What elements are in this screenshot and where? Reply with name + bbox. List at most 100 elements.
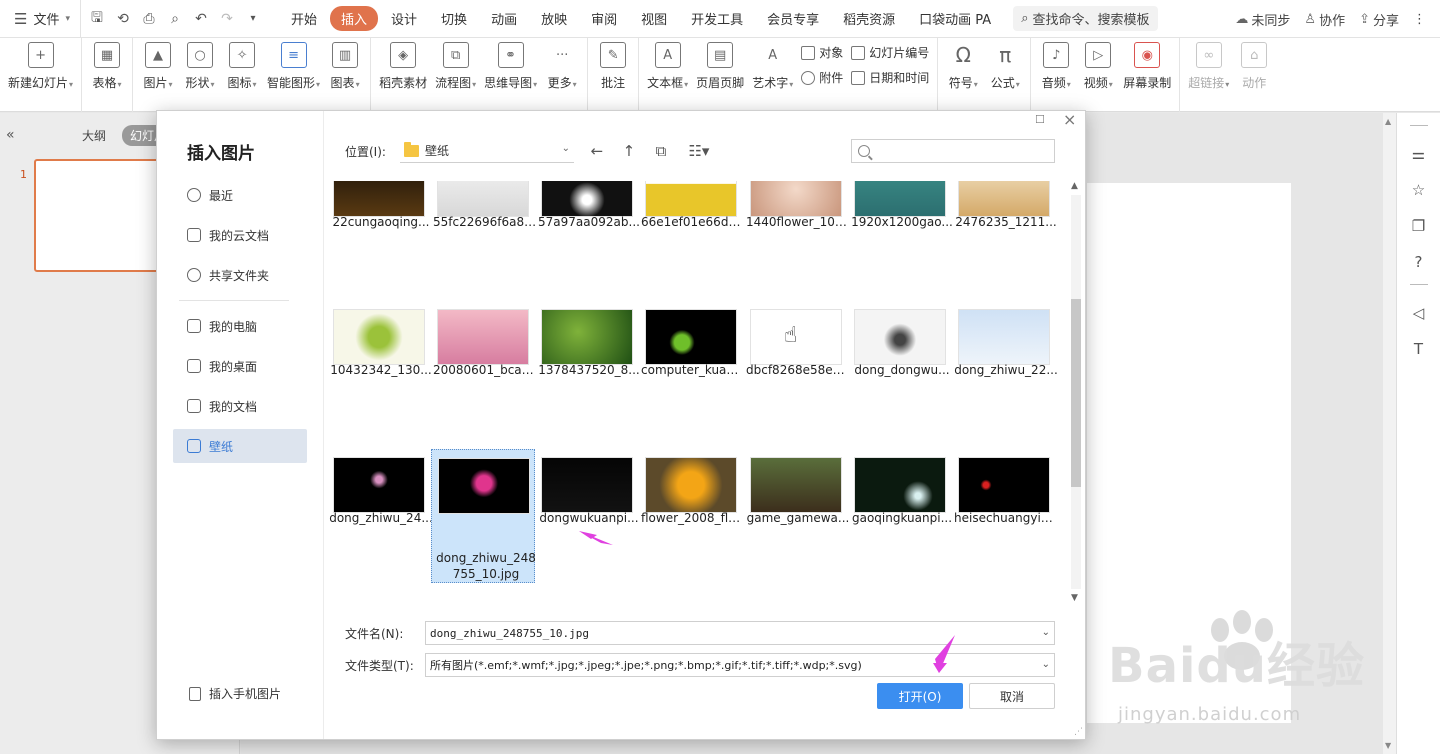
nav-my-documents[interactable]: 我的文档 <box>173 389 307 423</box>
tab-home[interactable]: 开始 <box>280 6 328 31</box>
mindmap-button[interactable]: ⚭ 思维导图▾ <box>484 38 537 91</box>
scroll-up-icon[interactable]: ▲ <box>1385 117 1391 126</box>
formula-button[interactable]: π 公式▾ <box>988 38 1022 91</box>
flowchart-button[interactable]: ⧉ 流程图▾ <box>435 38 476 91</box>
file-name: 1440flower_100... <box>746 215 850 229</box>
scroll-thumb[interactable] <box>1071 299 1081 487</box>
header-footer-button[interactable]: ▤ 页眉页脚 <box>696 38 744 91</box>
nav-my-computer[interactable]: 我的电脑 <box>173 309 307 343</box>
picture-button[interactable]: ▲ 图片▾ <box>141 38 175 91</box>
tab-transition[interactable]: 切换 <box>430 6 478 31</box>
format-painter-icon[interactable]: ⟲ <box>115 11 131 27</box>
share-icon: ⇪ <box>1359 11 1370 27</box>
text-icon[interactable]: T <box>1411 341 1427 357</box>
nav-cloud-docs[interactable]: 我的云文档 <box>173 218 307 252</box>
attachment-button[interactable]: 附件 <box>801 69 843 86</box>
user-icon: ♙ <box>1304 11 1317 27</box>
symbol-button[interactable]: Ω 符号▾ <box>946 38 980 91</box>
sync-status[interactable]: ☁ 未同步 <box>1235 10 1290 29</box>
filename-input[interactable]: dong_zhiwu_248755_10.jpg ⌄ <box>425 621 1055 645</box>
menu-bar: ☰ 文件 ▾ 🖫 ⟲ ⎙ ⌕ ↶ ↷ ▾ 开始 插入 设计 切换 动画 放映 审… <box>0 0 1440 38</box>
tab-insert[interactable]: 插入 <box>330 6 379 31</box>
maximize-icon[interactable]: ☐ <box>1035 113 1045 126</box>
file-search-input[interactable] <box>851 139 1055 163</box>
table-button[interactable]: ▦ 表格▾ <box>90 38 124 91</box>
tab-outline[interactable]: 大纲 <box>74 125 114 146</box>
action-button[interactable]: ⌂ 动作 <box>1237 38 1271 91</box>
audio-button[interactable]: ♪ 音频▾ <box>1039 38 1073 91</box>
hyperlink-button[interactable]: ∞ 超链接▾ <box>1188 38 1229 91</box>
copy-icon[interactable]: ❐ <box>1411 218 1427 234</box>
back-arrow-icon[interactable]: ← <box>588 142 606 160</box>
chevron-down-icon: ⌄ <box>561 143 570 154</box>
file-menu[interactable]: ☰ 文件 ▾ <box>0 0 80 38</box>
close-icon[interactable]: × <box>1063 110 1076 129</box>
tab-member[interactable]: 会员专享 <box>756 6 830 31</box>
file-thumbnail <box>333 457 425 513</box>
file-tile-selected[interactable]: dong_zhiwu_248755_10.jpg <box>431 449 536 583</box>
nav-shared-folder[interactable]: 共享文件夹 <box>173 258 307 292</box>
slide-number-button[interactable]: 幻灯片编号 <box>851 44 929 61</box>
help-icon[interactable]: ? <box>1411 254 1427 270</box>
video-button[interactable]: ▷ 视频▾ <box>1081 38 1115 91</box>
tab-review[interactable]: 审阅 <box>580 6 628 31</box>
scroll-up-icon[interactable]: ▲ <box>1071 181 1078 191</box>
insert-from-phone-link[interactable]: 插入手机图片 <box>189 685 281 702</box>
chevron-down-icon[interactable]: ⌄ <box>1042 659 1050 670</box>
nav-recent[interactable]: 最近 <box>173 178 307 212</box>
print-preview-icon[interactable]: ⌕ <box>167 11 183 27</box>
tab-pocket-animation[interactable]: 口袋动画 PA <box>908 6 1002 31</box>
location-dropdown[interactable]: 壁纸 ⌄ <box>399 139 574 163</box>
save-icon[interactable]: 🖫 <box>89 7 105 31</box>
paperclip-icon <box>801 70 816 85</box>
customize-icon[interactable]: ▾ <box>245 13 261 24</box>
date-time-button[interactable]: 日期和时间 <box>851 69 929 86</box>
shape-button[interactable]: ○ 形状▾ <box>183 38 217 91</box>
screen-record-button[interactable]: ◉ 屏幕录制 <box>1123 38 1171 91</box>
file-thumbnail <box>438 458 530 514</box>
up-arrow-icon[interactable]: ↑ <box>620 142 638 160</box>
textbox-button[interactable]: A 文本框▾ <box>647 38 688 91</box>
view-mode-icon[interactable]: ☷▾ <box>684 142 714 160</box>
collaborate-button[interactable]: ♙ 协作 <box>1304 10 1345 29</box>
cancel-button[interactable]: 取消 <box>969 683 1055 709</box>
dialog-title: 插入图片 <box>187 144 255 164</box>
chevron-down-icon[interactable]: ⌄ <box>1042 627 1050 638</box>
watermark: Baidu经验 jingyan.baidu.com <box>1108 600 1408 750</box>
smart-shape-button[interactable]: ≡ 智能图形▾ <box>267 38 320 91</box>
nav-wallpaper[interactable]: 壁纸 <box>173 429 307 463</box>
tab-animation[interactable]: 动画 <box>480 6 528 31</box>
icon-library-button[interactable]: ✧ 图标▾ <box>225 38 259 91</box>
new-slide-button[interactable]: + 新建幻灯片▾ <box>8 38 73 91</box>
undo-icon[interactable]: ↶ <box>193 11 209 27</box>
object-button[interactable]: 对象 <box>801 44 843 61</box>
collapse-panel-icon[interactable]: « <box>6 127 26 143</box>
open-button[interactable]: 打开(O) <box>877 683 963 709</box>
new-folder-icon[interactable]: ⧉ <box>652 142 670 160</box>
tab-design[interactable]: 设计 <box>380 6 428 31</box>
more-button[interactable]: ··· 更多▾ <box>545 38 579 91</box>
more-options-icon[interactable]: ⋮ <box>1413 12 1426 27</box>
share-button[interactable]: ⇪ 分享 <box>1359 10 1399 29</box>
command-search[interactable]: ⌕ 查找命令、搜索模板 <box>1013 6 1158 31</box>
redo-icon[interactable]: ↷ <box>219 11 235 27</box>
comment-button[interactable]: ✎ 批注 <box>596 38 630 91</box>
file-name: gaoqingkuanpi... <box>851 511 953 525</box>
nav-my-desktop[interactable]: 我的桌面 <box>173 349 307 383</box>
resize-grip-icon[interactable]: ⋰ <box>1074 727 1083 737</box>
tab-developer[interactable]: 开发工具 <box>680 6 754 31</box>
file-grid-scrollbar[interactable]: ▲ ▼ <box>1069 181 1083 603</box>
screen-record-label: 屏幕录制 <box>1123 76 1172 90</box>
scroll-down-icon[interactable]: ▼ <box>1071 593 1078 603</box>
star-icon[interactable]: ☆ <box>1411 182 1427 198</box>
settings-sliders-icon[interactable]: ⚌ <box>1411 146 1427 162</box>
filetype-select[interactable]: 所有图片(*.emf;*.wmf;*.jpg;*.jpeg;*.jpe;*.pn… <box>425 653 1055 677</box>
material-button[interactable]: ◈ 稻壳素材 <box>379 38 427 91</box>
print-icon[interactable]: ⎙ <box>141 11 157 27</box>
art-text-button[interactable]: A 艺术字▾ <box>752 38 793 91</box>
tab-slideshow[interactable]: 放映 <box>530 6 578 31</box>
tab-docer[interactable]: 稻壳资源 <box>832 6 906 31</box>
speaker-icon[interactable]: ◁ <box>1411 305 1427 321</box>
chart-button[interactable]: ▥ 图表▾ <box>328 38 362 91</box>
tab-view[interactable]: 视图 <box>630 6 678 31</box>
